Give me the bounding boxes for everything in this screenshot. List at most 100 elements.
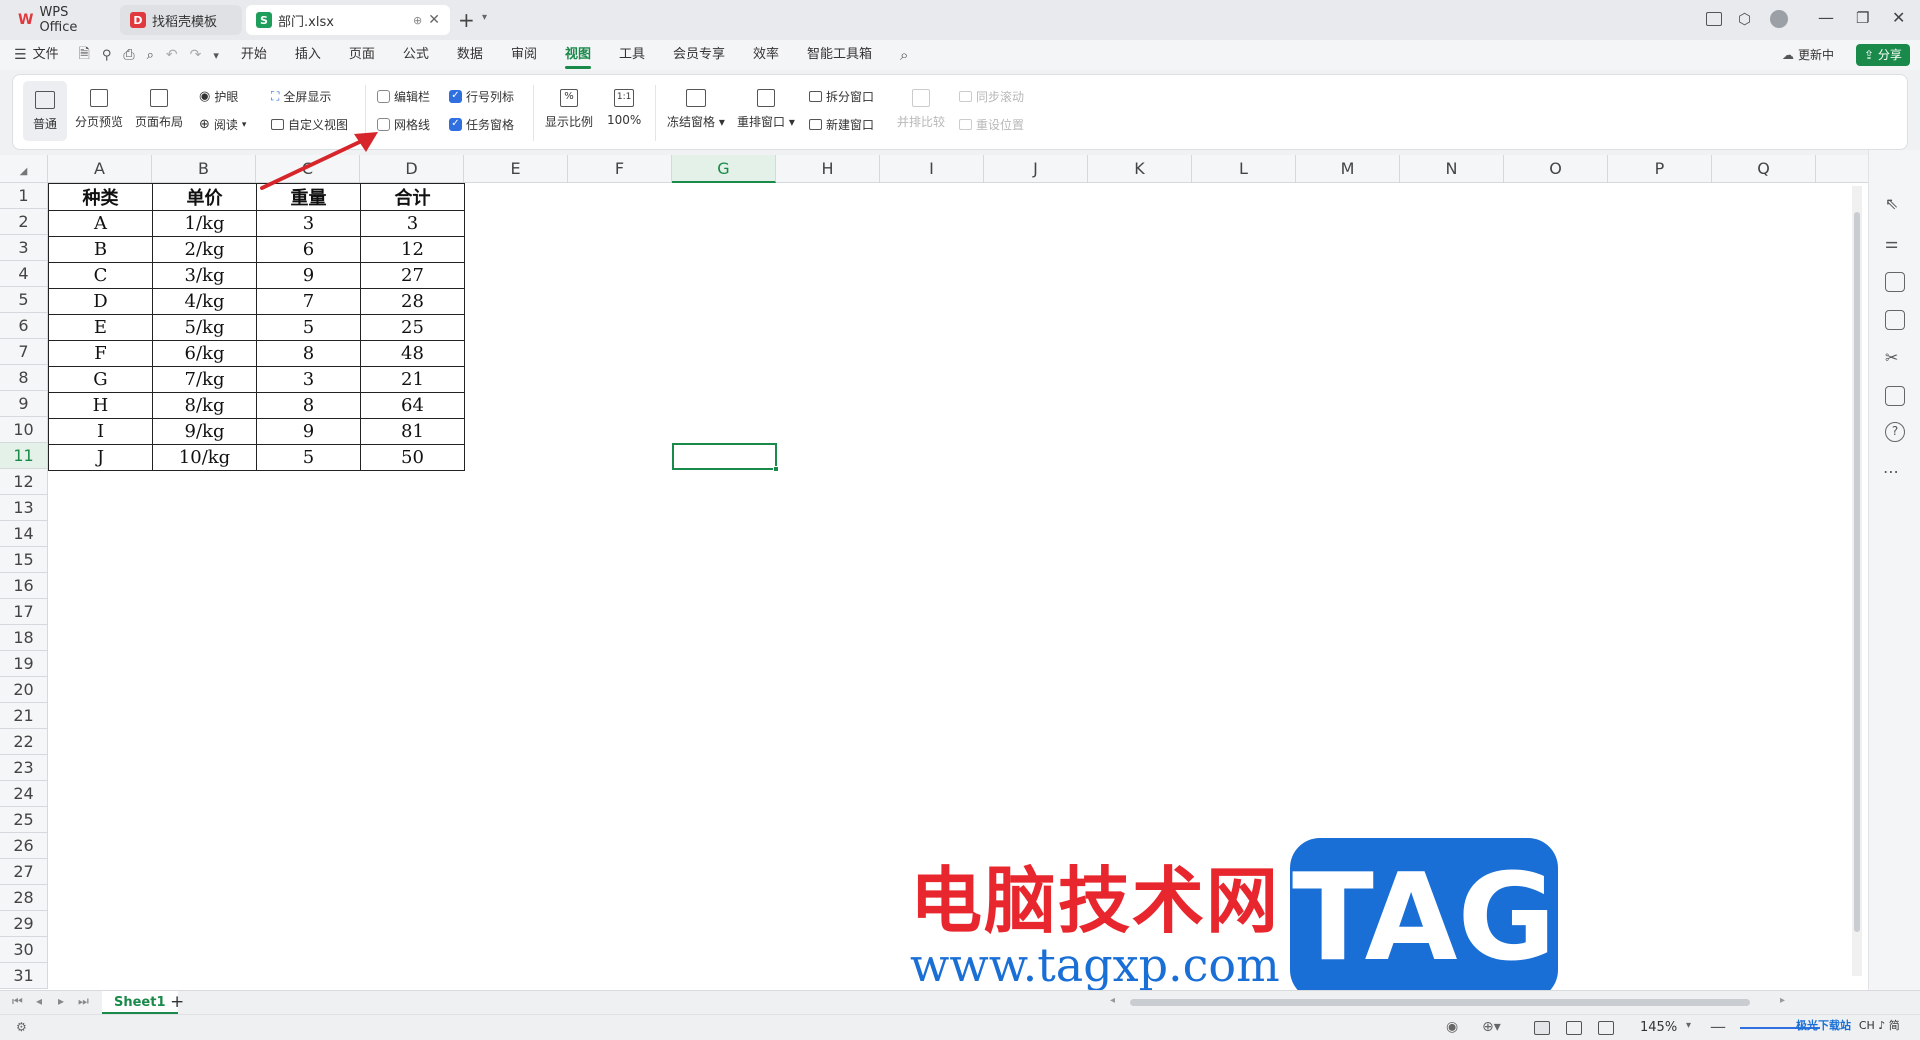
- table-cell[interactable]: A: [48, 210, 153, 237]
- redo-icon[interactable]: ↷: [190, 47, 202, 63]
- undo-icon[interactable]: ↶: [166, 47, 178, 63]
- freeze-panes-button[interactable]: 冻结窗格 ▾: [667, 89, 725, 130]
- split-window-button[interactable]: 拆分窗口: [809, 88, 874, 105]
- table-cell[interactable]: 9: [256, 262, 361, 289]
- table-cell[interactable]: 5: [256, 444, 361, 471]
- column-header-o[interactable]: O: [1504, 155, 1608, 183]
- row-header[interactable]: 25: [0, 807, 48, 833]
- prev-sheet-icon[interactable]: ◂: [36, 994, 42, 1008]
- table-cell[interactable]: J: [48, 444, 153, 471]
- image-edit-icon[interactable]: [1885, 310, 1905, 330]
- table-cell[interactable]: 2/kg: [152, 236, 257, 263]
- table-cell[interactable]: 8/kg: [152, 392, 257, 419]
- hamburger-icon[interactable]: ☰: [14, 47, 27, 63]
- menu-insert[interactable]: 插入: [281, 40, 335, 70]
- row-header[interactable]: 10: [0, 417, 48, 443]
- restore-icon[interactable]: ❐: [1856, 9, 1869, 27]
- tab-active-file[interactable]: S 部门.xlsx ⊕ ✕: [246, 5, 450, 35]
- macro-icon[interactable]: ⚙: [16, 1020, 27, 1034]
- vertical-scrollbar[interactable]: [1852, 186, 1862, 976]
- next-sheet-icon[interactable]: ▸: [58, 994, 64, 1008]
- row-header[interactable]: 4: [0, 261, 48, 287]
- row-header[interactable]: 23: [0, 755, 48, 781]
- select-all-corner[interactable]: ◢: [0, 155, 48, 183]
- table-cell[interactable]: G: [48, 366, 153, 393]
- column-header-f[interactable]: F: [568, 155, 672, 183]
- row-header[interactable]: 1: [0, 183, 48, 209]
- page-layout-button[interactable]: 页面布局: [135, 89, 183, 130]
- row-header[interactable]: 6: [0, 313, 48, 339]
- table-cell[interactable]: H: [48, 392, 153, 419]
- row-header[interactable]: 21: [0, 703, 48, 729]
- row-header[interactable]: 26: [0, 833, 48, 859]
- menu-file[interactable]: 文件: [27, 40, 73, 70]
- add-sheet-icon[interactable]: +: [170, 992, 184, 1012]
- column-header-p[interactable]: P: [1608, 155, 1712, 183]
- table-cell[interactable]: 3: [360, 210, 465, 237]
- column-header-q[interactable]: Q: [1712, 155, 1816, 183]
- page-break-preview-button[interactable]: 分页预览: [75, 89, 123, 130]
- layout-icon[interactable]: [1706, 12, 1722, 26]
- row-header[interactable]: 18: [0, 625, 48, 651]
- quick-access-chevron-icon[interactable]: ▾: [213, 49, 219, 62]
- column-header-n[interactable]: N: [1400, 155, 1504, 183]
- new-window-button[interactable]: 新建窗口: [809, 116, 874, 133]
- table-cell[interactable]: 81: [360, 418, 465, 445]
- avatar[interactable]: [1770, 10, 1788, 28]
- tab-template[interactable]: D 找稻壳模板: [120, 5, 242, 35]
- zoom-dropdown-icon[interactable]: ▾: [1686, 1020, 1691, 1031]
- column-header-i[interactable]: I: [880, 155, 984, 183]
- table-cell[interactable]: F: [48, 340, 153, 367]
- table-cell[interactable]: 48: [360, 340, 465, 367]
- reading-mode-icon[interactable]: ⊕▾: [1482, 1019, 1501, 1035]
- menu-home[interactable]: 开始: [227, 40, 281, 70]
- page-break-view-icon[interactable]: [1598, 1021, 1614, 1035]
- row-header[interactable]: 30: [0, 937, 48, 963]
- more-icon[interactable]: ⋯: [1883, 462, 1899, 481]
- column-header-m[interactable]: M: [1296, 155, 1400, 183]
- close-icon[interactable]: ✕: [428, 12, 440, 28]
- scroll-right-icon[interactable]: ▸: [1780, 995, 1785, 1006]
- column-header-e[interactable]: E: [464, 155, 568, 183]
- fill-handle[interactable]: [773, 466, 779, 472]
- scroll-left-icon[interactable]: ◂: [1110, 995, 1115, 1006]
- column-header-h[interactable]: H: [776, 155, 880, 183]
- zoom-100-button[interactable]: 1:1 100%: [607, 89, 641, 127]
- table-cell[interactable]: 7/kg: [152, 366, 257, 393]
- print-preview-icon[interactable]: ⌕: [147, 48, 154, 63]
- zoom-level[interactable]: 145%: [1640, 1020, 1677, 1035]
- row-header[interactable]: 17: [0, 599, 48, 625]
- cube-icon[interactable]: ⬡: [1738, 10, 1751, 28]
- column-header-l[interactable]: L: [1192, 155, 1296, 183]
- table-cell[interactable]: 9/kg: [152, 418, 257, 445]
- row-header[interactable]: 2: [0, 209, 48, 235]
- table-cell[interactable]: B: [48, 236, 153, 263]
- minimize-icon[interactable]: —: [1818, 8, 1834, 27]
- row-header[interactable]: 19: [0, 651, 48, 677]
- update-status[interactable]: ☁ 更新中: [1782, 46, 1834, 63]
- table-cell[interactable]: 6/kg: [152, 340, 257, 367]
- print-icon[interactable]: ⎙: [123, 47, 134, 63]
- eye-mode-icon[interactable]: ◉: [1446, 1019, 1458, 1035]
- menu-page[interactable]: 页面: [335, 40, 389, 70]
- first-sheet-icon[interactable]: ⏮: [12, 994, 23, 1009]
- table-cell[interactable]: 28: [360, 288, 465, 315]
- row-col-header-checkbox[interactable]: ✓ 行号列标: [449, 88, 514, 105]
- table-cell[interactable]: 4/kg: [152, 288, 257, 315]
- table-cell[interactable]: 12: [360, 236, 465, 263]
- row-header[interactable]: 27: [0, 859, 48, 885]
- table-cell[interactable]: 1/kg: [152, 210, 257, 237]
- menu-formula[interactable]: 公式: [389, 40, 443, 70]
- search-icon[interactable]: ⌕: [900, 46, 908, 64]
- help-icon[interactable]: ?: [1885, 422, 1905, 442]
- menu-ai-toolbox[interactable]: 智能工具箱: [793, 40, 886, 70]
- menu-tools[interactable]: 工具: [605, 40, 659, 70]
- table-cell[interactable]: 25: [360, 314, 465, 341]
- menu-efficiency[interactable]: 效率: [739, 40, 793, 70]
- table-cell[interactable]: 6: [256, 236, 361, 263]
- page-layout-view-icon[interactable]: [1566, 1021, 1582, 1035]
- link-icon[interactable]: ⚲: [102, 48, 112, 63]
- table-header-cell[interactable]: 种类: [48, 183, 153, 211]
- table-cell[interactable]: 64: [360, 392, 465, 419]
- sheet-tab-sheet1[interactable]: Sheet1: [102, 991, 178, 1014]
